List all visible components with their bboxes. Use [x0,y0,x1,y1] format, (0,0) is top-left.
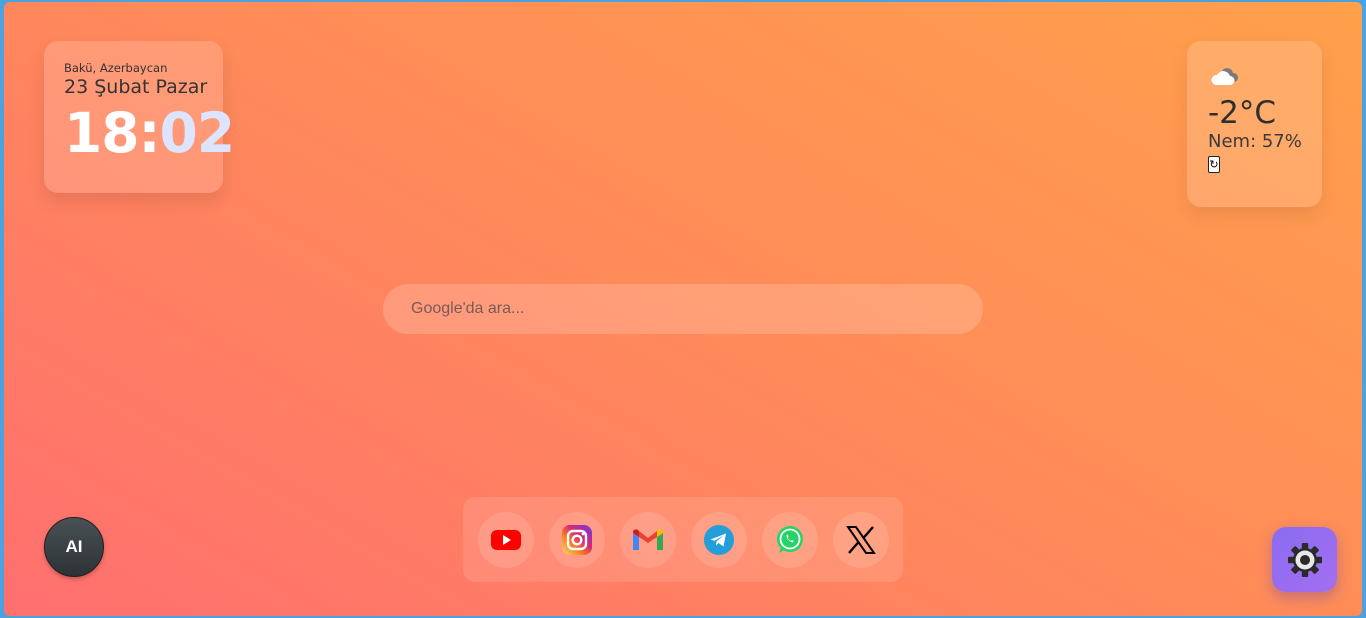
cloud-icon [1208,63,1242,91]
youtube-icon [491,530,521,550]
time-display: 18:02 [64,101,235,165]
gmail-shortcut[interactable] [620,512,676,568]
temperature-value: -2°C [1208,95,1277,131]
location-label: Bakü, Azerbaycan [64,61,168,75]
instagram-shortcut[interactable] [549,512,605,568]
instagram-icon [562,525,592,555]
date-label: 23 Şubat Pazar [64,76,208,98]
refresh-weather-button[interactable]: ↻ [1208,156,1220,173]
clock-widget: Bakü, Azerbaycan 23 Şubat Pazar 18:02 [44,41,235,193]
whatsapp-icon [777,526,803,553]
time-minutes: 02 [159,101,236,165]
x-shortcut[interactable] [833,512,889,568]
youtube-shortcut[interactable] [478,512,534,568]
time-separator: : [138,101,161,165]
gear-icon [1287,542,1322,577]
gmail-icon [633,529,663,550]
settings-button[interactable] [1272,527,1337,592]
new-tab-page: Bakü, Azerbaycan 23 Şubat Pazar 18:02 -2… [4,2,1362,616]
app-shortcuts-dock [463,497,903,582]
x-icon [846,526,876,554]
weather-widget: -2°C Nem: 57% ↻ [1187,41,1322,207]
telegram-shortcut[interactable] [691,512,747,568]
whatsapp-shortcut[interactable] [762,512,818,568]
humidity-value: Nem: 57% [1208,131,1302,152]
telegram-icon [704,525,734,555]
ai-assistant-button[interactable]: AI [44,517,104,577]
google-search-input[interactable] [383,284,983,334]
time-hours: 18 [64,101,140,165]
